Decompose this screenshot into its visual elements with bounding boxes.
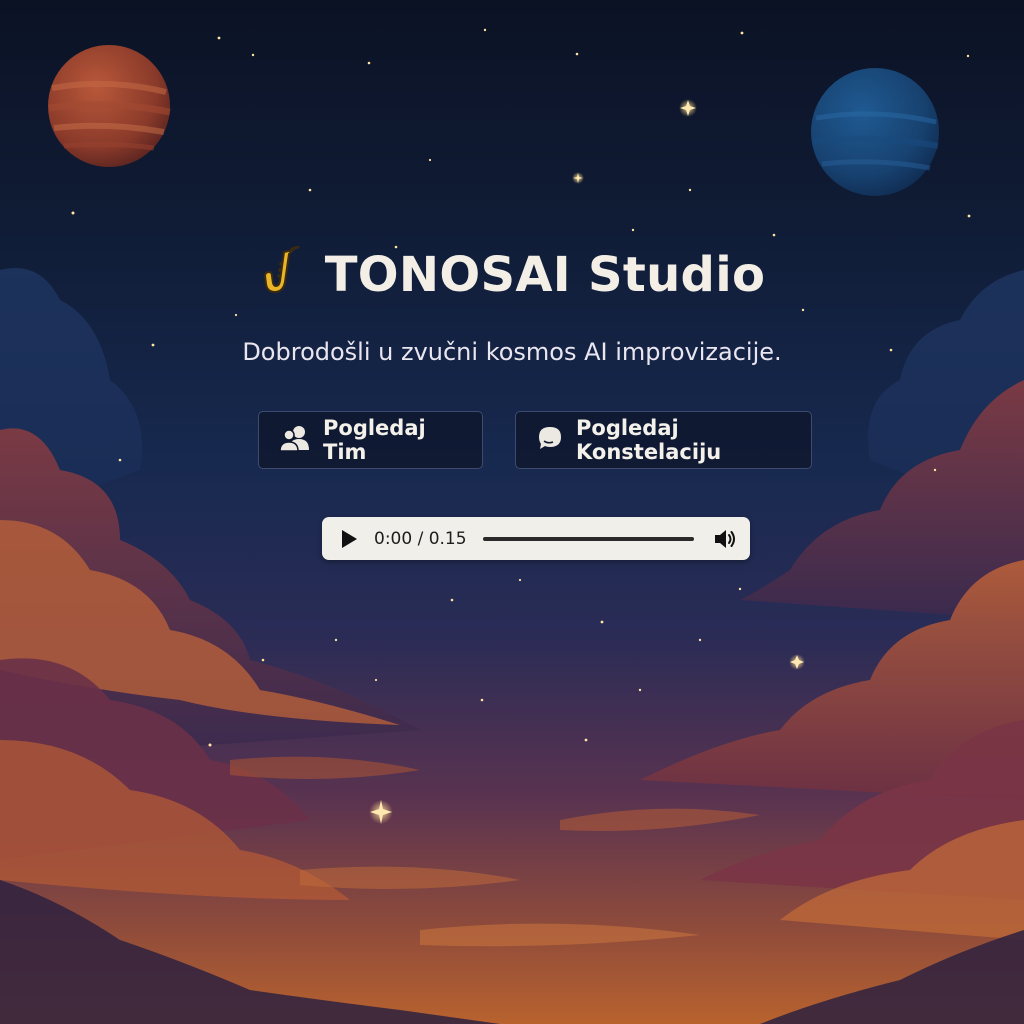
audio-player: 0:00 / 0.15 [322,517,750,560]
view-team-label: Pogledaj Tim [323,416,426,464]
view-constellation-button[interactable]: Pogledaj Konstelaciju [515,411,812,469]
clouds-left [0,428,420,900]
view-team-button[interactable]: Pogledaj Tim [258,411,483,469]
red-planet [48,45,171,167]
users-icon [279,424,311,457]
volume-icon [715,529,735,548]
night-sky-background [0,28,1024,1024]
volume-button[interactable] [712,526,738,552]
view-constellation-label: Pogledaj Konstelaciju [576,416,722,464]
blue-planet [811,68,939,196]
chat-bubble-icon [536,424,564,457]
play-icon [342,529,357,548]
play-button[interactable] [336,526,362,552]
time-display: 0:00 / 0.15 [374,528,467,549]
hero-title: TONOSAI Studio [0,240,1024,310]
horizon-clouds [230,756,760,947]
seek-bar[interactable] [482,536,694,541]
page-subtitle: Dobrodošli u zvučni kosmos AI improvizac… [242,338,782,366]
page-title: TONOSAI Studio [324,247,766,303]
saxophone-icon [259,245,303,305]
